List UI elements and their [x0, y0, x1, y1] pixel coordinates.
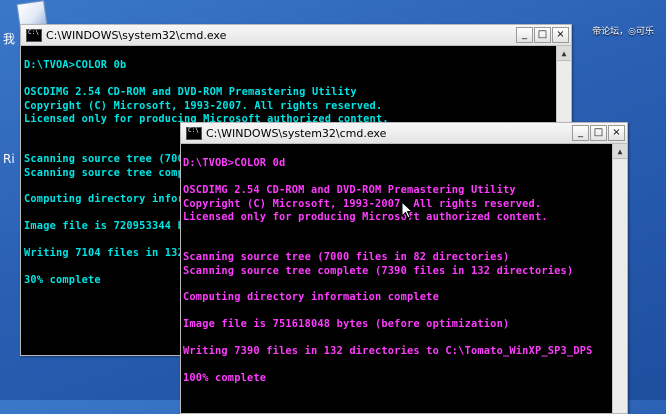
console-line: 100% complete	[183, 371, 267, 384]
scroll-up-button[interactable]: ▲	[613, 144, 627, 159]
maximize-button[interactable]: □	[590, 125, 607, 141]
desktop-side-text-1: 我	[3, 32, 16, 46]
console-line: D:\TVOA>COLOR 0b	[24, 59, 127, 72]
console-line: D:\TVOB>COLOR 0d	[183, 157, 286, 170]
window-title: C:\WINDOWS\system32\cmd.exe	[46, 28, 227, 42]
console-line: Copyright (C) Microsoft, 1993-2007. All …	[24, 99, 383, 112]
mouse-pointer-icon	[401, 201, 413, 219]
minimize-button[interactable]: _	[572, 125, 589, 141]
console-line: OSCDIMG 2.54 CD-ROM and DVD-ROM Premaste…	[183, 184, 516, 197]
cmd-window-front[interactable]: C:\WINDOWS\system32\cmd.exe _ □ × D:\TVO…	[180, 122, 628, 414]
console-line: Scanning source tree (7000 files in 82 d…	[183, 251, 510, 264]
cmd-icon	[186, 126, 202, 140]
desktop-side-text-2: Ri	[3, 152, 15, 166]
console-line: OSCDIMG 2.54 CD-ROM and DVD-ROM Premaste…	[24, 86, 357, 99]
console-line: Computing directory information complete	[183, 291, 439, 304]
close-button[interactable]: ×	[552, 27, 569, 43]
scroll-up-button[interactable]: ▲	[557, 46, 571, 61]
close-button[interactable]: ×	[608, 125, 625, 141]
console-output[interactable]: D:\TVOB>COLOR 0d OSCDIMG 2.54 CD-ROM and …	[181, 144, 613, 413]
console-line: Licensed only for producing Microsoft au…	[183, 210, 548, 223]
minimize-button[interactable]: _	[516, 27, 533, 43]
maximize-button[interactable]: □	[534, 27, 551, 43]
vertical-scrollbar[interactable]: ▲	[612, 144, 627, 413]
window-titlebar[interactable]: C:\WINDOWS\system32\cmd.exe _ □ ×	[21, 25, 571, 46]
console-line: Writing 7390 files in 132 directories to…	[183, 344, 593, 357]
console-line: Image file is 751618048 bytes (before op…	[183, 318, 510, 331]
cmd-icon	[26, 28, 42, 42]
top-right-caption: 帝论坛，◎可乐	[592, 27, 654, 37]
window-titlebar[interactable]: C:\WINDOWS\system32\cmd.exe _ □ ×	[181, 123, 627, 144]
window-title: C:\WINDOWS\system32\cmd.exe	[206, 126, 387, 140]
console-line: Copyright (C) Microsoft, 1993-2007. All …	[183, 197, 542, 210]
console-line: Scanning source tree complete (7390 file…	[183, 264, 574, 277]
